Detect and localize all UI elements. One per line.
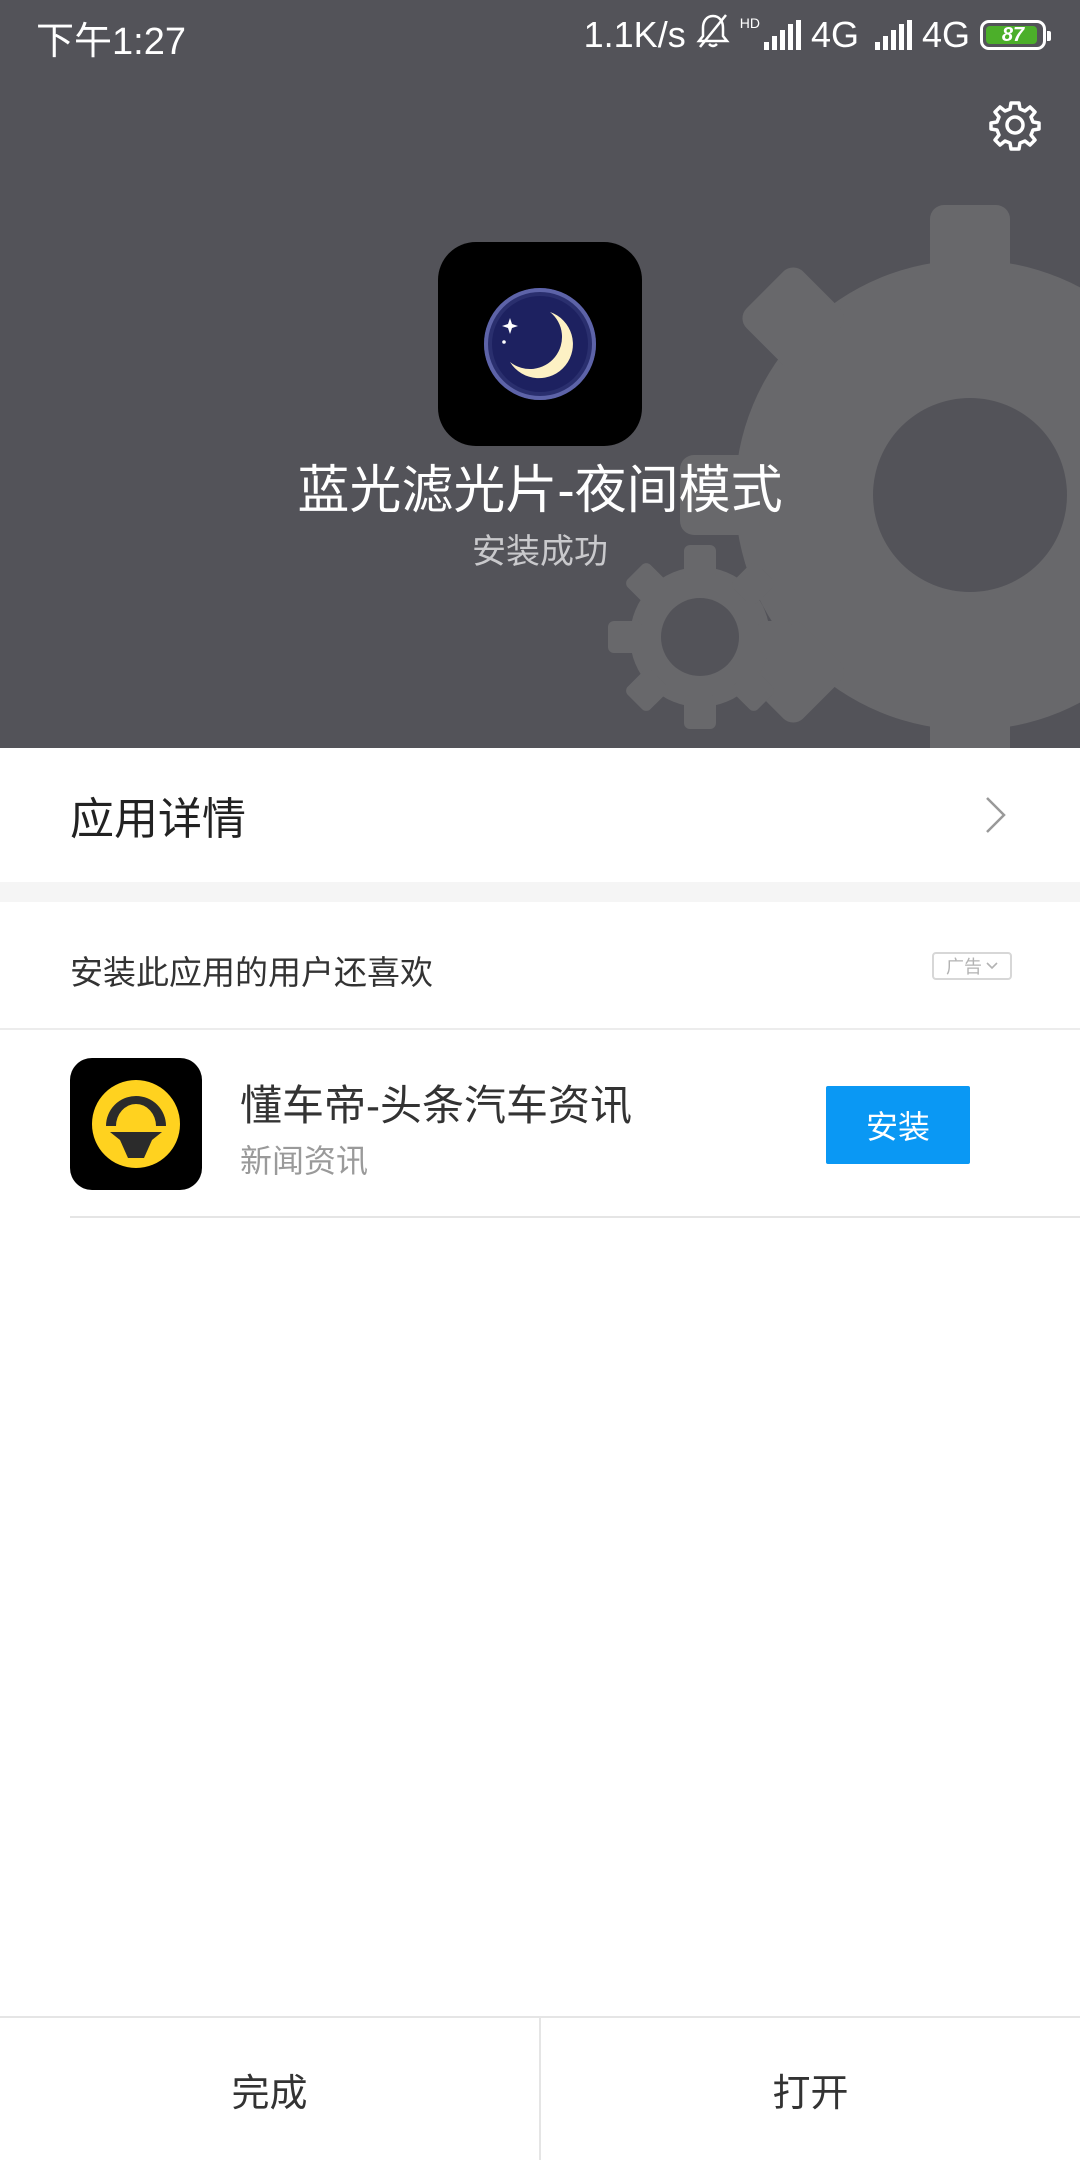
steering-wheel-icon <box>92 1080 180 1168</box>
moon-icon <box>484 288 596 400</box>
net-speed: 1.1K/s <box>583 14 686 55</box>
recommendations-header: 安装此应用的用户还喜欢 广告 <box>0 902 1080 1030</box>
battery-level: 87 <box>1001 23 1025 46</box>
ad-label: 广告 <box>946 957 982 977</box>
app-icon <box>438 242 642 446</box>
status-time: 下午1:27 <box>36 21 186 63</box>
hd-label: HD <box>739 15 760 31</box>
network-type-2: 4G <box>921 14 970 55</box>
bell-off-icon <box>696 13 730 58</box>
status-bar: 下午1:27 1.1K/s HD 4G 4G 87 <box>0 0 1080 70</box>
bottom-action-bar: 完成 打开 <box>0 2016 1080 2160</box>
settings-button[interactable] <box>978 88 1052 162</box>
gear-icon <box>989 101 1041 151</box>
recommended-app-icon <box>70 1058 202 1190</box>
app-details-label: 应用详情 <box>70 795 246 844</box>
recommended-app-name: 懂车帝-头条汽车资讯 <box>240 1082 632 1129</box>
chevron-down-icon <box>986 962 998 970</box>
network-type-1: 4G <box>810 14 859 55</box>
list-item[interactable]: 懂车帝-头条汽车资讯 新闻资讯 安装 <box>70 1030 1080 1218</box>
recommendations-title: 安装此应用的用户还喜欢 <box>70 954 433 991</box>
app-name: 蓝光滤光片-夜间模式 <box>297 462 783 520</box>
install-button[interactable]: 安装 <box>826 1086 970 1164</box>
recommended-app-category: 新闻资讯 <box>240 1143 369 1179</box>
battery-icon: 87 <box>980 20 1051 50</box>
app-details-row[interactable]: 应用详情 <box>0 748 1080 882</box>
done-button[interactable]: 完成 <box>0 2018 539 2160</box>
section-divider <box>0 882 1080 902</box>
open-button[interactable]: 打开 <box>541 2018 1080 2160</box>
signal-icon <box>763 20 801 50</box>
chevron-right-icon <box>986 797 1006 833</box>
install-header: 下午1:27 1.1K/s HD 4G 4G 87 蓝光滤光片-夜间模式 安装成… <box>0 0 1080 748</box>
install-status: 安装成功 <box>472 533 608 571</box>
signal-icon <box>874 20 912 50</box>
ad-badge[interactable]: 广告 <box>932 952 1012 980</box>
